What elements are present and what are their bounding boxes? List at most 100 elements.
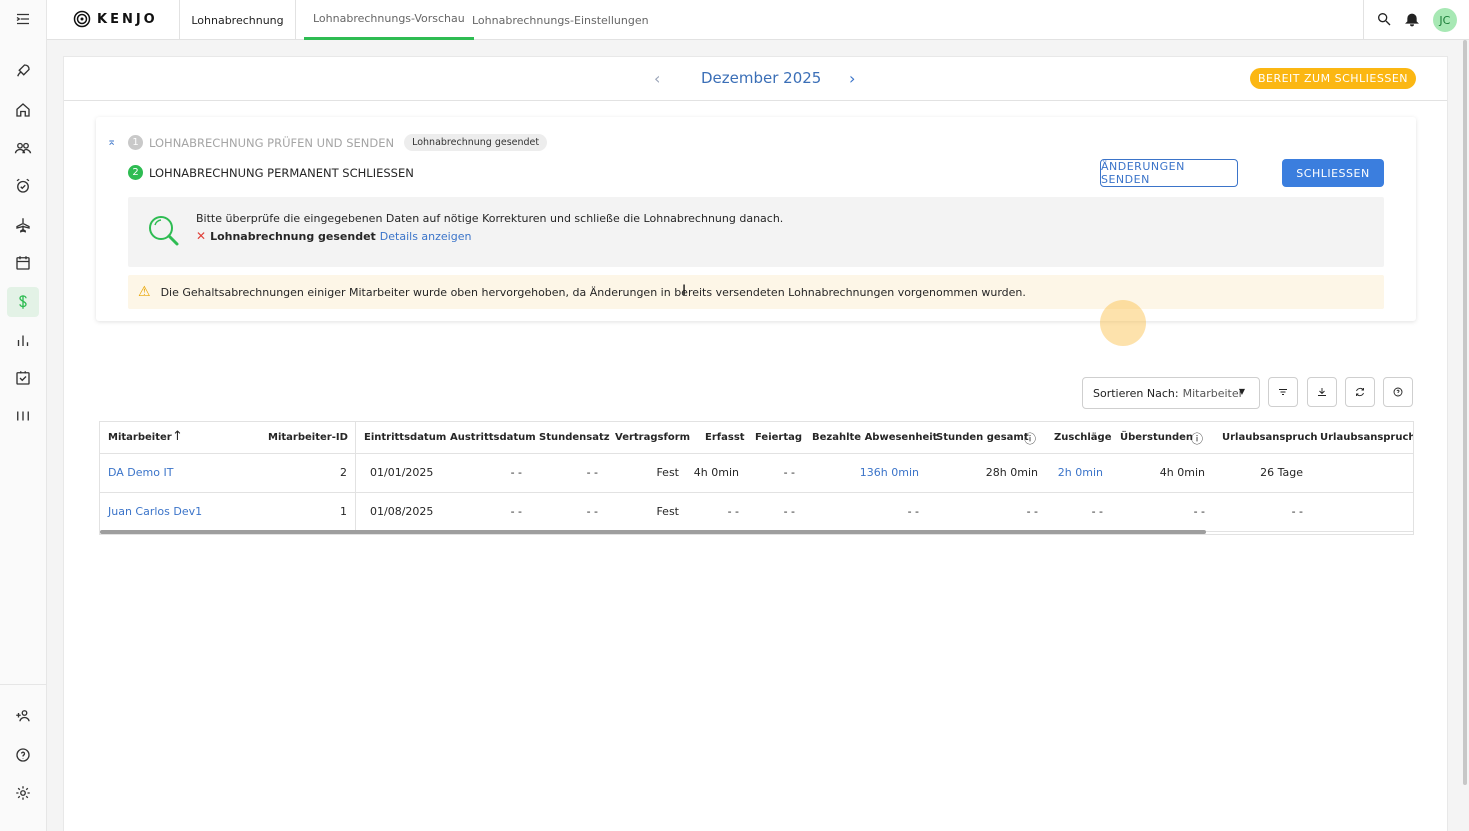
table-row[interactable]: DA Demo IT 2 01/01/2025 - - - - Fest 4h …: [100, 454, 1413, 493]
exit-date: - -: [510, 466, 522, 479]
column-header-vertragsform[interactable]: Vertragsform: [615, 432, 690, 443]
table-header: Mitarbeiter ↑ Mitarbeiter-ID Eintrittsda…: [100, 422, 1413, 454]
people-icon[interactable]: [7, 133, 39, 163]
magnifier-icon: [146, 213, 182, 252]
home-icon[interactable]: [7, 95, 39, 125]
sort-arrow-up-icon[interactable]: ↑: [172, 429, 183, 444]
info-circle-icon[interactable]: ⓘ: [1191, 430, 1203, 447]
review-info-box: Bitte überprüfe die eingegebenen Daten a…: [128, 197, 1384, 267]
column-header-bezahlte-abwesenheit[interactable]: Bezahlte Abwesenheit: [812, 432, 937, 443]
sort-value: Mitarbeiter: [1182, 386, 1244, 400]
period-status-badge: BEREIT ZUM SCHLIESSEN: [1249, 68, 1416, 89]
step-1-number: 1: [128, 135, 143, 150]
previous-period-chevron-icon[interactable]: ‹: [654, 69, 660, 88]
dollar-icon[interactable]: [7, 287, 39, 317]
help-icon[interactable]: [7, 740, 39, 770]
airplane-icon[interactable]: [7, 210, 39, 240]
caret-down-icon: ▼: [1238, 387, 1245, 396]
column-header-austrittsdatum[interactable]: Austrittsdatum: [450, 432, 536, 443]
recorded-time: - -: [727, 505, 739, 518]
total-hours: - -: [1026, 505, 1038, 518]
step-2: 2 LOHNABRECHNUNG PERMANENT SCHLIESSEN: [128, 165, 414, 180]
help-button[interactable]: [1383, 377, 1413, 407]
step-1-status-chip: Lohnabrechnung gesendet: [404, 134, 548, 151]
settings-gear-icon[interactable]: [7, 778, 39, 808]
payroll-table: Mitarbeiter ↑ Mitarbeiter-ID Eintrittsda…: [99, 421, 1414, 535]
question-icon: [1393, 387, 1403, 397]
rocket-icon[interactable]: [7, 56, 39, 86]
refresh-button[interactable]: [1345, 377, 1375, 407]
calendar-icon[interactable]: [7, 248, 39, 278]
page-vertical-scrollbar[interactable]: [1463, 40, 1467, 785]
close-payroll-button[interactable]: SCHLIESSEN: [1282, 159, 1384, 187]
entry-date: 01/08/2025: [370, 505, 434, 518]
contract-type: Fest: [656, 505, 679, 518]
table-row[interactable]: Juan Carlos Dev1 1 01/08/2025 - - - - Fe…: [100, 493, 1413, 532]
column-header-eintrittsdatum[interactable]: Eintrittsdatum: [364, 432, 446, 443]
column-header-urlaubsanspruch[interactable]: Urlaubsanspruch: [1222, 432, 1318, 443]
table-horizontal-scrollbar[interactable]: [100, 530, 1206, 534]
tab-lohnabrechnungs-einstellungen[interactable]: Lohnabrechnungs-Einstellungen: [472, 0, 649, 40]
column-header-urlaubsanspruch-au[interactable]: Urlaubsanspruch au: [1320, 432, 1413, 443]
sidebar-divider: [0, 684, 47, 685]
tab-lohnabrechnungs-vorschau[interactable]: Lohnabrechnungs-Vorschau: [304, 0, 474, 40]
alarm-clock-icon[interactable]: [7, 171, 39, 201]
review-info-text: Bitte überprüfe die eingegebenen Daten a…: [196, 212, 784, 225]
collapse-chevron-icon[interactable]: ⌅: [107, 135, 116, 148]
details-link[interactable]: Details anzeigen: [380, 230, 472, 243]
hourly-rate: - -: [586, 505, 598, 518]
column-header-ueberstunden[interactable]: Überstunden: [1120, 432, 1193, 443]
employee-name-link[interactable]: Juan Carlos Dev1: [108, 505, 202, 518]
employee-name-link[interactable]: DA Demo IT: [108, 466, 173, 479]
column-header-mitarbeiter-id[interactable]: Mitarbeiter-ID: [268, 432, 348, 443]
search-icon[interactable]: [1376, 11, 1392, 30]
top-actions: JC: [1363, 0, 1469, 40]
hourly-rate: - -: [586, 466, 598, 479]
column-header-stundensatz[interactable]: Stundensatz: [539, 432, 610, 443]
tab-lohnabrechnung[interactable]: Lohnabrechnung: [179, 0, 296, 40]
columns-icon[interactable]: [7, 401, 39, 431]
add-person-icon[interactable]: [7, 701, 39, 731]
send-changes-button[interactable]: ÄNDERUNGEN SENDEN: [1100, 159, 1238, 187]
menu-toggle-icon[interactable]: [7, 4, 39, 34]
click-highlight-indicator: [1100, 300, 1146, 346]
sidebar: [0, 0, 47, 831]
filter-button[interactable]: [1268, 377, 1298, 407]
top-bar: KENJO Lohnabrechnung Lohnabrechnungs-Vor…: [47, 0, 1469, 40]
notification-bell-icon[interactable]: [1404, 11, 1420, 30]
error-x-icon: ✕: [196, 229, 207, 243]
download-icon: [1318, 388, 1326, 396]
paid-absence-link[interactable]: 136h 0min: [860, 466, 919, 479]
surcharges-link[interactable]: 2h 0min: [1058, 466, 1103, 479]
surcharges: - -: [1091, 505, 1103, 518]
column-header-stunden-gesamt[interactable]: Stunden gesamt: [936, 432, 1029, 443]
review-status-line: ✕ Lohnabrechnung gesendet Details anzeig…: [196, 229, 471, 243]
download-button[interactable]: [1307, 377, 1337, 407]
employee-id: 2: [340, 466, 347, 479]
entry-date: 01/01/2025: [370, 466, 434, 479]
vacation-entitlement: - -: [1291, 505, 1303, 518]
vacation-entitlement: 26 Tage: [1260, 466, 1303, 479]
user-avatar[interactable]: JC: [1432, 8, 1457, 32]
kenjo-logo[interactable]: KENJO: [73, 10, 158, 28]
payroll-steps-panel: ⌅ 1 LOHNABRECHNUNG PRÜFEN UND SENDEN Loh…: [96, 117, 1416, 321]
info-circle-icon[interactable]: ⓘ: [1024, 430, 1036, 447]
review-status-text: Lohnabrechnung gesendet: [210, 229, 376, 243]
logo-text: KENJO: [97, 11, 158, 27]
column-header-mitarbeiter[interactable]: Mitarbeiter: [108, 432, 172, 443]
contract-type: Fest: [656, 466, 679, 479]
next-period-chevron-icon[interactable]: ›: [849, 69, 855, 88]
column-header-feiertag[interactable]: Feiertag: [755, 432, 802, 443]
paid-absence: - -: [907, 505, 919, 518]
bar-chart-icon[interactable]: [7, 325, 39, 355]
employee-id: 1: [340, 505, 347, 518]
task-check-icon[interactable]: [7, 363, 39, 393]
column-header-zuschlaege[interactable]: Zuschläge: [1054, 432, 1112, 443]
column-header-erfasst[interactable]: Erfasst: [705, 432, 745, 443]
period-label: Dezember 2025: [701, 69, 822, 87]
kenjo-logo-icon: [73, 10, 91, 28]
total-hours: 28h 0min: [985, 466, 1038, 479]
step-2-number: 2: [128, 165, 143, 180]
exit-date: - -: [510, 505, 522, 518]
sort-dropdown[interactable]: Sortieren Nach: Mitarbeiter ▼: [1082, 377, 1260, 409]
